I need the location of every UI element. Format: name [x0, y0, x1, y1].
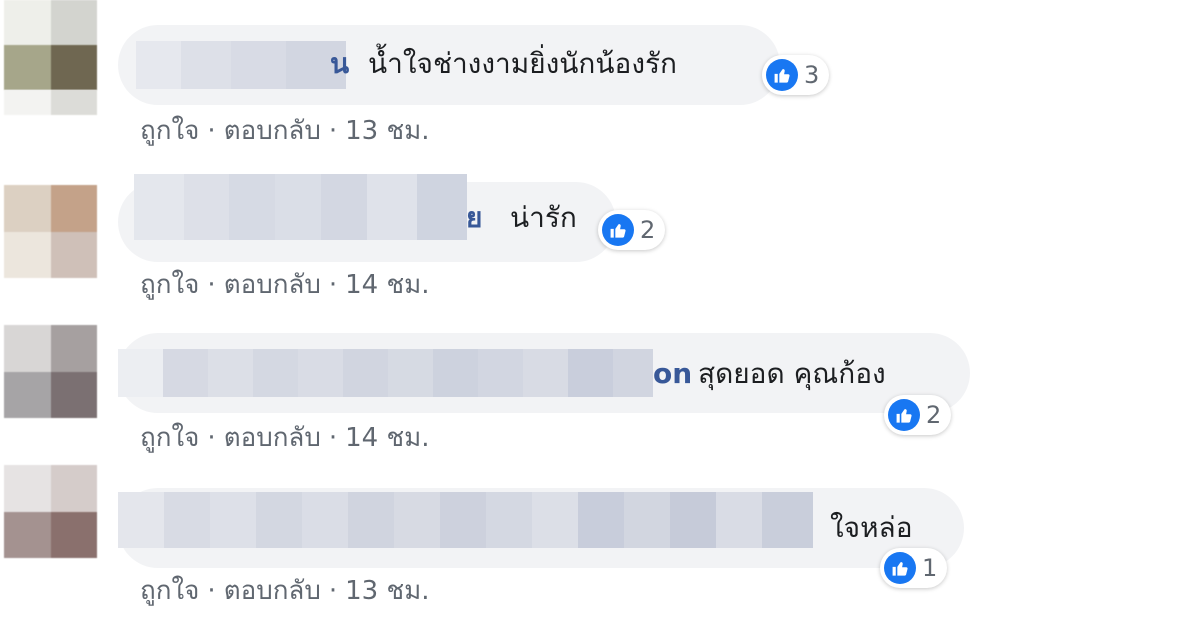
reaction-count[interactable]: 2	[884, 395, 952, 435]
like-count: 1	[922, 554, 938, 582]
reply-link[interactable]: ตอบกลับ	[224, 576, 321, 606]
separator: ·	[207, 116, 216, 146]
like-count: 3	[804, 61, 820, 89]
comment-actions: ถูกใจ · ตอบกลับ · 13 ชม.	[140, 113, 430, 149]
thumbs-up-icon	[766, 59, 798, 91]
separator: ·	[328, 116, 338, 146]
avatar-lower	[4, 90, 97, 140]
separator: ·	[328, 423, 338, 453]
comment-text: น้ำใจช่างงามยิ่งนักน้องรัก	[368, 47, 677, 80]
like-link[interactable]: ถูกใจ	[140, 576, 199, 606]
separator: ·	[207, 270, 216, 300]
timestamp[interactable]: 13 ชม.	[345, 116, 429, 146]
commenter-name[interactable]: น	[330, 44, 349, 84]
reply-link[interactable]: ตอบกลับ	[224, 423, 321, 453]
like-count: 2	[640, 216, 656, 244]
comment-bubble: น น้ำใจช่างงามยิ่งนักน้องรัก	[118, 25, 780, 105]
commenter-name-redacted[interactable]	[118, 349, 653, 397]
commenter-name[interactable]: on	[653, 354, 692, 394]
separator: ·	[328, 576, 338, 606]
avatar[interactable]	[4, 325, 97, 418]
timestamp[interactable]: 13 ชม.	[345, 576, 429, 606]
like-link[interactable]: ถูกใจ	[140, 423, 199, 453]
reaction-count[interactable]: 2	[598, 210, 666, 250]
separator: ·	[328, 270, 338, 300]
comment-bubble: on สุดยอด คุณก้อง	[118, 333, 970, 413]
commenter-name-redacted[interactable]	[136, 41, 346, 89]
comment-bubble: ใจหล่อ	[118, 488, 964, 568]
thumbs-up-icon	[888, 399, 920, 431]
comment-text: สุดยอด คุณก้อง	[698, 357, 886, 390]
comment-actions: ถูกใจ · ตอบกลับ · 14 ชม.	[140, 267, 430, 303]
reaction-count[interactable]: 3	[762, 55, 830, 95]
comment-bubble: ย น่ารัก	[118, 174, 616, 262]
thumbs-up-icon	[602, 214, 634, 246]
timestamp[interactable]: 14 ชม.	[345, 423, 429, 453]
thumbs-up-icon	[884, 552, 916, 584]
separator: ·	[207, 423, 216, 453]
avatar[interactable]	[4, 465, 97, 558]
comment-text: ใจหล่อ	[830, 511, 913, 544]
comment-actions: ถูกใจ · ตอบกลับ · 14 ชม.	[140, 420, 430, 456]
like-count: 2	[926, 401, 942, 429]
commenter-name-redacted[interactable]	[118, 492, 813, 548]
commenter-name-redacted[interactable]	[134, 174, 467, 240]
avatar[interactable]	[4, 185, 97, 278]
like-link[interactable]: ถูกใจ	[140, 270, 199, 300]
like-link[interactable]: ถูกใจ	[140, 116, 199, 146]
commenter-name[interactable]: ย	[466, 198, 482, 238]
comment-actions: ถูกใจ · ตอบกลับ · 13 ชม.	[140, 573, 430, 609]
reaction-count[interactable]: 1	[880, 548, 948, 588]
separator: ·	[207, 576, 216, 606]
timestamp[interactable]: 14 ชม.	[345, 270, 429, 300]
comment-text: น่ารัก	[510, 201, 577, 234]
avatar[interactable]	[4, 0, 97, 90]
reply-link[interactable]: ตอบกลับ	[224, 270, 321, 300]
reply-link[interactable]: ตอบกลับ	[224, 116, 321, 146]
